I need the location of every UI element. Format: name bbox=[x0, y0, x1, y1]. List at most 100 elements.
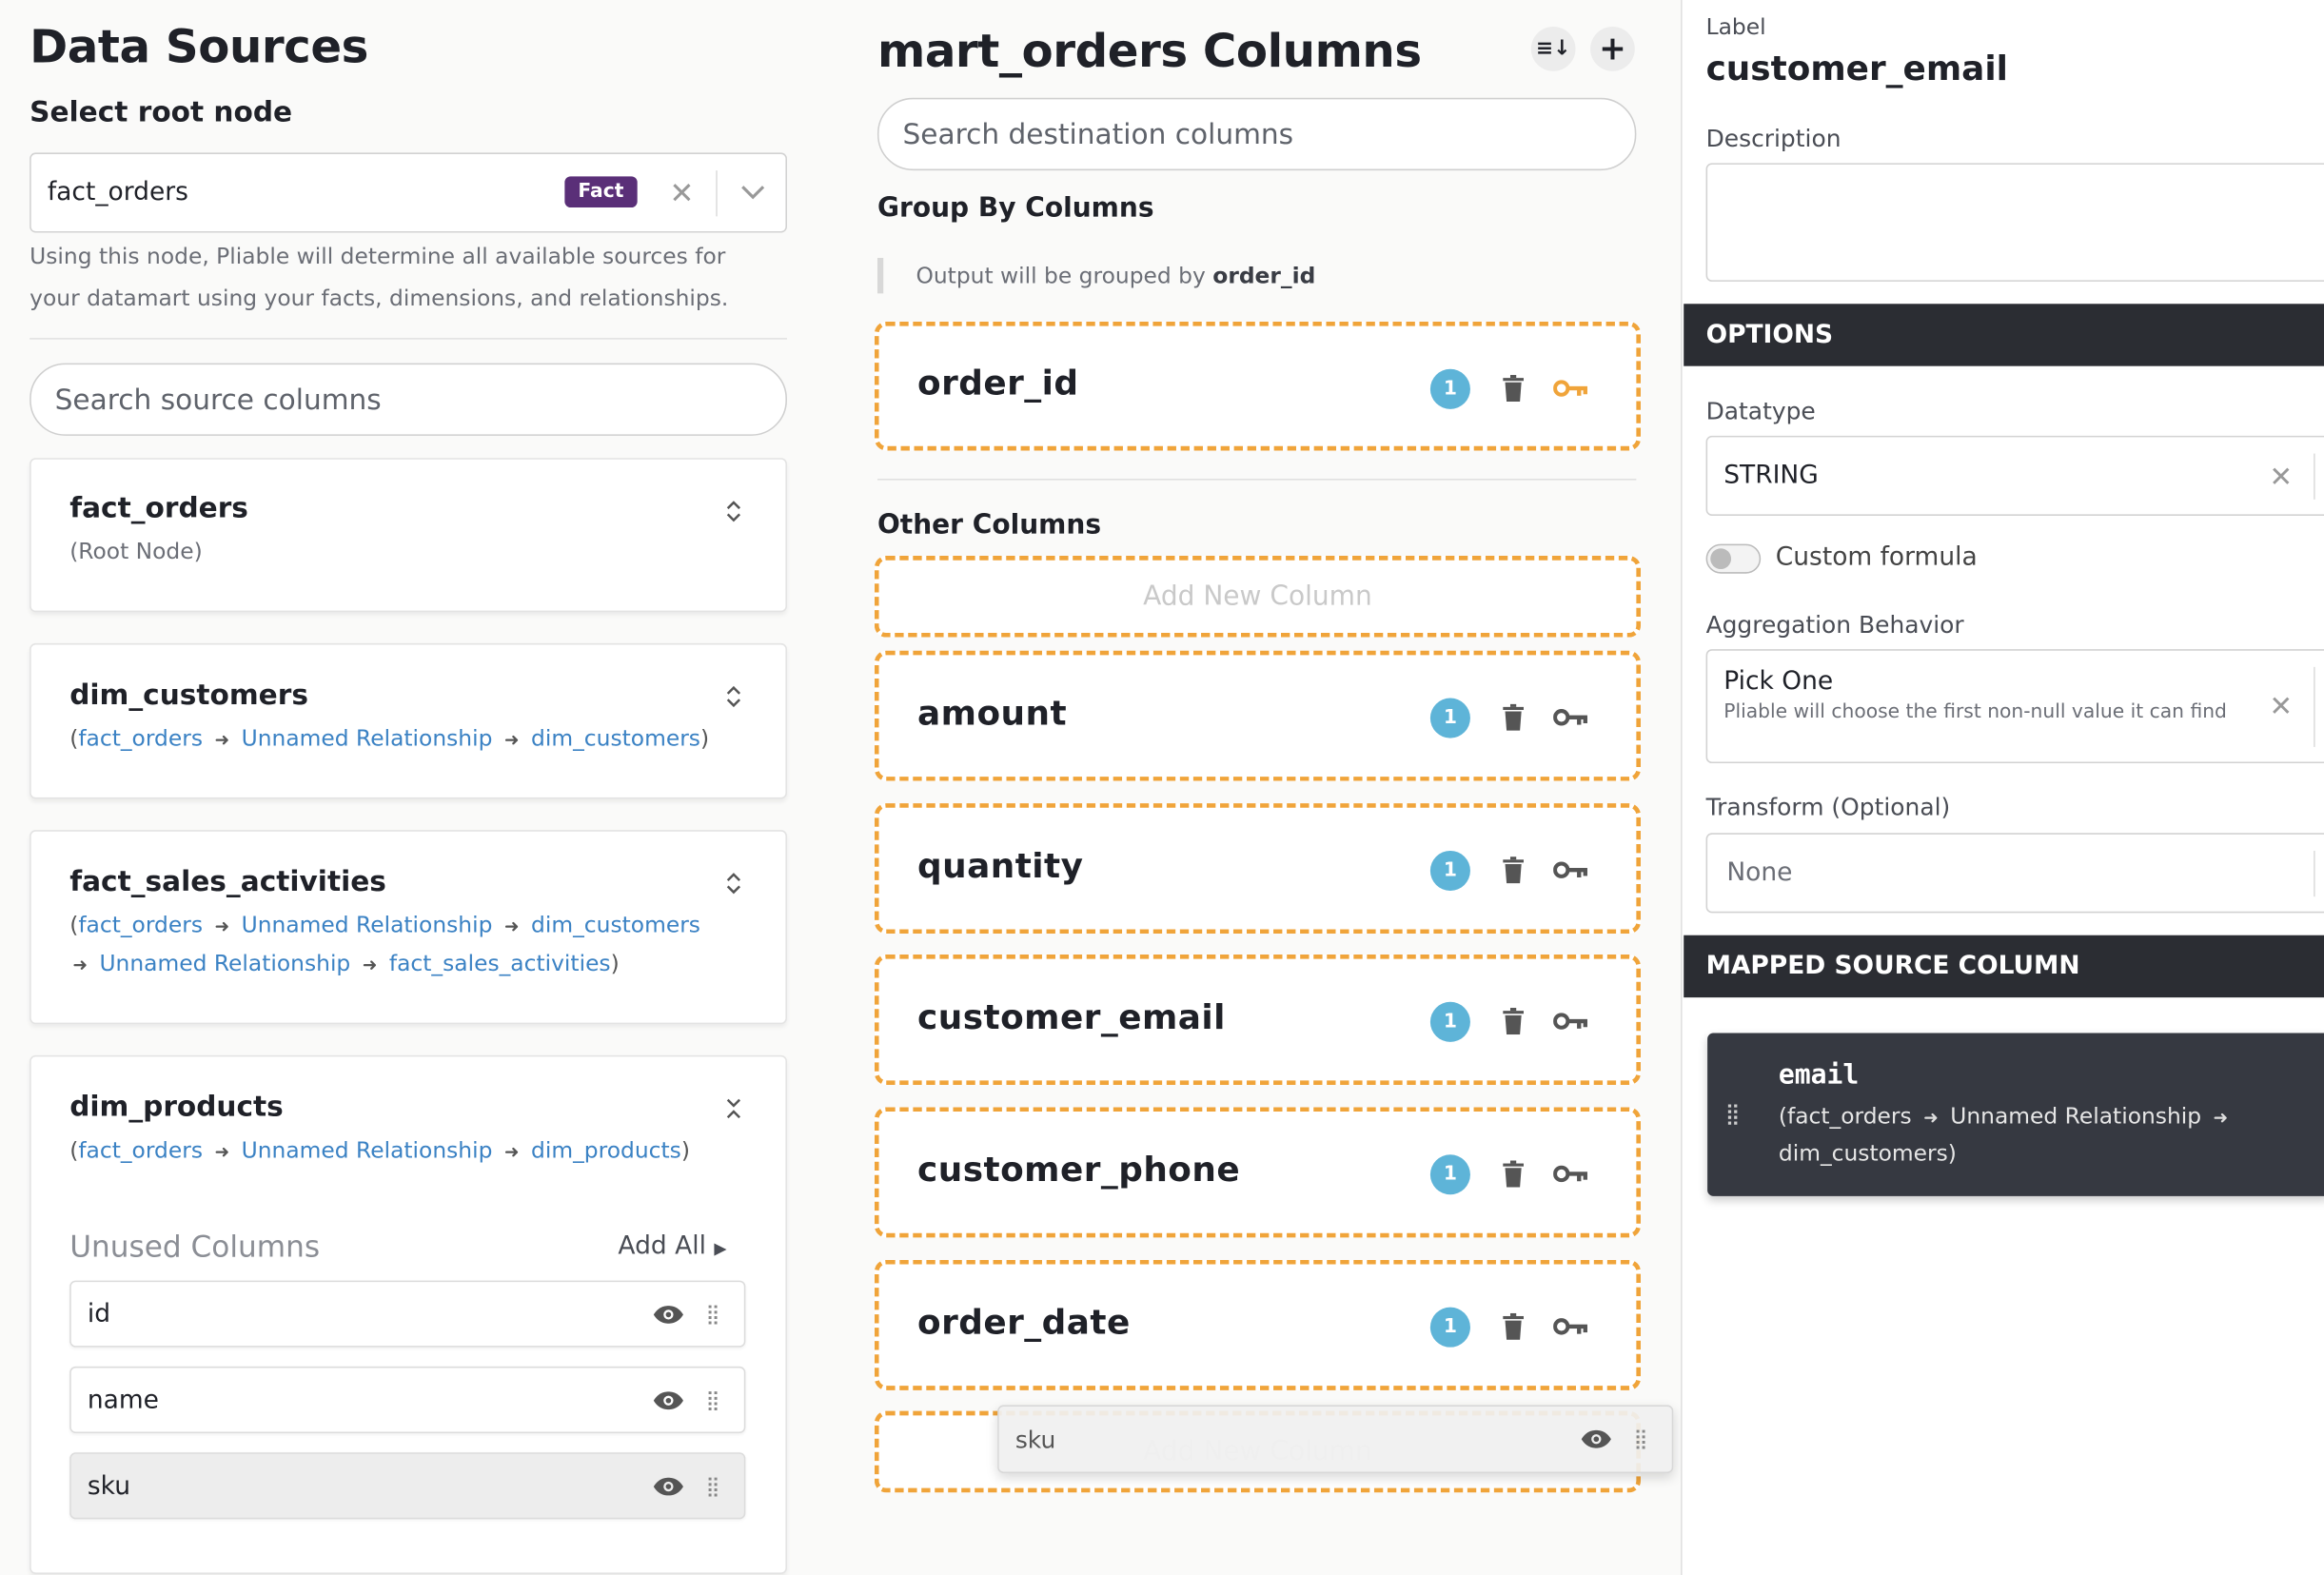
custom-formula-toggle[interactable] bbox=[1705, 543, 1762, 574]
root-node-help: Using this node, Pliable will determine … bbox=[30, 243, 729, 312]
relationship-path: (fact_orders ➜ Unnamed Relationship ➜ dim_pr… bbox=[69, 1136, 690, 1164]
trash-icon[interactable] bbox=[1499, 1309, 1528, 1344]
column-name: quantity bbox=[917, 847, 1084, 887]
column-row-order-id[interactable]: order_id 1 bbox=[874, 321, 1642, 451]
mapped-source-card[interactable]: ⣿ email (fact_orders ➜ Unnamed Relationshi… bbox=[1707, 1033, 2324, 1196]
root-node-select[interactable]: fact_orders Fact ✕ bbox=[30, 152, 787, 233]
relationship-path-continued: ➜ Unnamed Relationship ➜ fact_sales_activit… bbox=[72, 950, 620, 977]
group-by-title: Group By Columns bbox=[876, 192, 1154, 225]
path-node[interactable]: fact_sales_activities bbox=[389, 950, 611, 976]
primary-key-icon[interactable] bbox=[1552, 370, 1590, 405]
custom-formula-label: Custom formula bbox=[1775, 542, 1978, 573]
unused-column-row[interactable]: id ⣿ bbox=[69, 1280, 746, 1348]
add-all-label: Add All bbox=[618, 1231, 706, 1262]
eye-icon[interactable] bbox=[651, 1385, 686, 1417]
mapped-path: (fact_orders ➜ Unnamed Relationship ➜ bbox=[1779, 1103, 2240, 1130]
label-caption: Label bbox=[1705, 13, 1766, 41]
unused-column-name: name bbox=[87, 1385, 159, 1415]
collapse-icon[interactable] bbox=[719, 1093, 748, 1125]
transform-value: None bbox=[1726, 857, 1793, 888]
key-icon[interactable] bbox=[1552, 1309, 1590, 1344]
search-destination-placeholder: Search destination columns bbox=[902, 117, 1294, 151]
path-node[interactable]: dim_customers bbox=[531, 912, 700, 938]
arrow-right-icon: ➜ bbox=[214, 729, 230, 751]
source-count-badge: 1 bbox=[1429, 698, 1470, 738]
root-node-label: Select root node bbox=[30, 96, 293, 129]
arrow-right-icon: ➜ bbox=[503, 915, 520, 937]
source-name: fact_sales_activities bbox=[69, 865, 386, 898]
path-relationship[interactable]: Unnamed Relationship bbox=[242, 725, 493, 752]
path-node[interactable]: fact_orders bbox=[78, 912, 203, 938]
key-icon[interactable] bbox=[1552, 699, 1590, 735]
column-row-order-date[interactable]: order_date 1 bbox=[874, 1259, 1642, 1390]
aggregation-caption: Aggregation Behavior bbox=[1705, 610, 1964, 640]
drag-handle-icon[interactable]: ⣿ bbox=[699, 1385, 726, 1417]
drag-handle-icon[interactable]: ⣿ bbox=[699, 1298, 726, 1330]
source-count-badge: 1 bbox=[1429, 1001, 1470, 1042]
trash-icon[interactable] bbox=[1499, 1003, 1528, 1038]
datatype-select[interactable]: STRING ✕ bbox=[1705, 435, 2324, 516]
arrow-right-icon: ➜ bbox=[362, 954, 378, 975]
expand-collapse-icon[interactable] bbox=[719, 680, 748, 713]
path-node: (fact_orders bbox=[1778, 1102, 1912, 1130]
sort-button[interactable]: ≡↓ bbox=[1530, 27, 1576, 71]
column-row-customer-email[interactable]: customer_email 1 bbox=[874, 954, 1642, 1086]
root-node-value: fact_orders bbox=[47, 177, 188, 208]
source-card-dim-customers[interactable]: dim_customers (fact_orders ➜ Unnamed Relat… bbox=[30, 642, 787, 799]
path-relationship[interactable]: Unnamed Relationship bbox=[242, 1137, 493, 1164]
chevron-down-icon[interactable] bbox=[737, 175, 769, 210]
path-relationship[interactable]: Unnamed Relationship bbox=[242, 912, 493, 938]
add-all-button[interactable]: Add All ▶ bbox=[618, 1231, 726, 1261]
aggregation-select[interactable]: Pick One Pliable will choose the first n… bbox=[1705, 649, 2324, 764]
expand-collapse-icon[interactable] bbox=[719, 495, 748, 527]
path-node[interactable]: fact_orders bbox=[78, 725, 203, 752]
path-node[interactable]: dim_products bbox=[531, 1137, 681, 1164]
clear-icon[interactable]: ✕ bbox=[665, 175, 698, 210]
trash-icon[interactable] bbox=[1499, 1156, 1528, 1191]
arrow-right-icon: ➜ bbox=[72, 954, 88, 975]
trash-icon[interactable] bbox=[1499, 699, 1528, 735]
expand-collapse-icon[interactable] bbox=[719, 867, 748, 899]
path-relationship[interactable]: Unnamed Relationship bbox=[99, 950, 350, 976]
group-by-note: Output will be grouped by order_id bbox=[916, 263, 1315, 289]
key-icon[interactable] bbox=[1552, 853, 1590, 888]
trash-icon[interactable] bbox=[1499, 370, 1528, 405]
unused-column-row[interactable]: name ⣿ bbox=[69, 1366, 746, 1434]
path-node[interactable]: dim_customers bbox=[531, 725, 700, 752]
caret-right-icon: ▶ bbox=[714, 1238, 727, 1259]
add-column-button[interactable]: + bbox=[1590, 27, 1635, 71]
arrow-right-icon: ➜ bbox=[2213, 1107, 2229, 1129]
transform-select[interactable]: None bbox=[1705, 833, 2324, 914]
drag-handle-icon[interactable]: ⣿ bbox=[699, 1470, 726, 1503]
search-destination-input[interactable]: Search destination columns bbox=[876, 97, 1637, 171]
source-count-badge: 1 bbox=[1429, 850, 1470, 891]
source-card-fact-orders[interactable]: fact_orders (Root Node) bbox=[30, 458, 787, 613]
unused-column-name: id bbox=[87, 1299, 111, 1329]
column-row-quantity[interactable]: quantity 1 bbox=[874, 803, 1642, 935]
source-card-fact-sales-activities[interactable]: fact_sales_activities (fact_orders ➜ Unnam… bbox=[30, 830, 787, 1025]
description-textarea[interactable] bbox=[1705, 163, 2324, 282]
drag-handle-icon[interactable]: ⣿ bbox=[1720, 1098, 1746, 1131]
trash-icon[interactable] bbox=[1499, 853, 1528, 888]
key-icon[interactable] bbox=[1552, 1156, 1590, 1191]
eye-icon[interactable] bbox=[651, 1470, 686, 1503]
note-bar bbox=[876, 257, 884, 294]
add-new-column-dropzone[interactable]: Add New Column bbox=[874, 556, 1642, 638]
column-name: order_id bbox=[917, 364, 1079, 404]
column-row-amount[interactable]: amount 1 bbox=[874, 650, 1642, 781]
clear-icon[interactable]: ✕ bbox=[2265, 460, 2297, 495]
relationship-path: (fact_orders ➜ Unnamed Relationship ➜ dim_cu… bbox=[69, 724, 710, 752]
path-node[interactable]: fact_orders bbox=[78, 1137, 203, 1164]
fact-badge: Fact bbox=[564, 176, 638, 208]
unused-column-row-dragging[interactable]: sku ⣿ bbox=[69, 1452, 746, 1520]
column-row-customer-phone[interactable]: customer_phone 1 bbox=[874, 1107, 1642, 1238]
drag-handle-icon: ⣿ bbox=[1633, 1427, 1648, 1450]
arrow-right-icon: ➜ bbox=[503, 1141, 520, 1162]
dragging-column-ghost[interactable]: sku ⣿ bbox=[997, 1405, 1674, 1474]
search-source-input[interactable]: Search source columns bbox=[30, 363, 787, 436]
key-icon[interactable] bbox=[1552, 1003, 1590, 1038]
plus-icon: + bbox=[1599, 30, 1626, 68]
eye-icon[interactable] bbox=[651, 1298, 686, 1330]
label-value[interactable]: customer_email bbox=[1706, 50, 2008, 89]
clear-icon[interactable]: ✕ bbox=[2265, 689, 2297, 724]
